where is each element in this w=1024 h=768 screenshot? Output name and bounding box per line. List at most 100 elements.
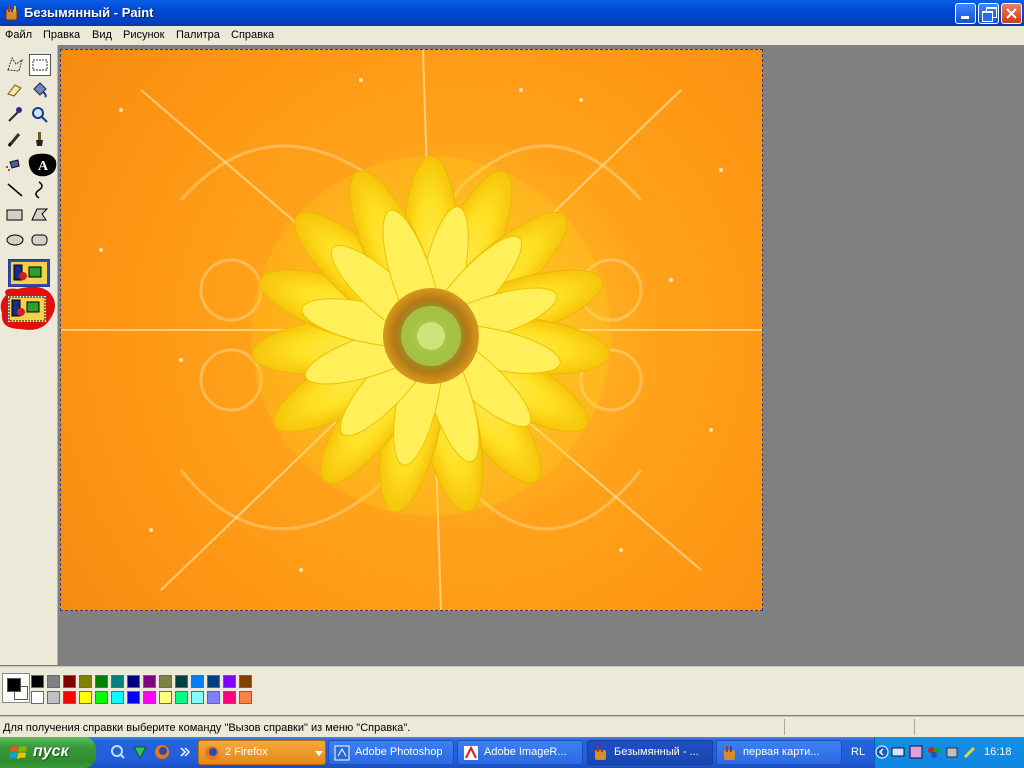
palette-swatch[interactable] — [47, 691, 60, 704]
rounded-rect-tool[interactable] — [29, 229, 51, 251]
palette-swatch[interactable] — [191, 691, 204, 704]
tray-colors-icon[interactable] — [927, 745, 941, 759]
quicklaunch-arrow-icon[interactable] — [132, 744, 148, 760]
palette-swatch[interactable] — [207, 691, 220, 704]
task-label: Безымянный - ... — [614, 746, 699, 758]
palette-swatch[interactable] — [159, 691, 172, 704]
text-tool[interactable]: A — [26, 151, 58, 179]
close-button[interactable] — [1001, 3, 1022, 24]
palette-swatch[interactable] — [143, 675, 156, 688]
current-colors[interactable] — [2, 673, 30, 703]
start-button[interactable]: пуск — [0, 737, 96, 768]
fill-tool[interactable] — [29, 79, 51, 101]
menu-file[interactable]: Файл — [5, 29, 32, 41]
magnifier-icon — [32, 107, 48, 123]
tray-box-icon[interactable] — [945, 745, 959, 759]
maximize-button[interactable] — [978, 3, 999, 24]
palette-swatch[interactable] — [175, 675, 188, 688]
menu-palette[interactable]: Палитра — [176, 29, 220, 41]
eraser-tool[interactable] — [4, 79, 26, 101]
eraser-icon — [7, 84, 22, 97]
language-indicator[interactable]: RL — [851, 746, 865, 758]
palette-swatch[interactable] — [111, 691, 124, 704]
palette-swatch[interactable] — [239, 691, 252, 704]
palette-swatch[interactable] — [127, 675, 140, 688]
foreground-color-swatch — [7, 678, 21, 692]
task-paint-2[interactable]: первая карти... — [716, 740, 842, 765]
menu-edit[interactable]: Правка — [43, 29, 80, 41]
quicklaunch-search-icon[interactable] — [110, 744, 126, 760]
sunflower-image — [61, 50, 762, 610]
windows-logo-icon — [9, 746, 27, 759]
free-form-select-icon — [7, 56, 23, 72]
task-label: Adobe ImageR... — [484, 746, 567, 758]
status-coords-cell — [784, 719, 915, 735]
tray-app-icon[interactable] — [909, 745, 923, 759]
red-scribble-icon — [0, 286, 55, 330]
palette-swatch[interactable] — [191, 675, 204, 688]
palette-swatch[interactable] — [63, 691, 76, 704]
palette-swatch[interactable] — [207, 675, 220, 688]
task-firefox[interactable]: 2 Firefox — [198, 740, 326, 765]
restore-icon-front — [982, 11, 993, 22]
opaque-option[interactable] — [8, 259, 50, 287]
palette-swatch[interactable] — [239, 675, 252, 688]
airbrush-tool[interactable] — [4, 154, 26, 176]
palette-swatch[interactable] — [159, 675, 172, 688]
paint-bucket-icon — [33, 82, 47, 98]
palette-swatch[interactable] — [63, 675, 76, 688]
red-highlight-mark — [0, 285, 57, 337]
status-bar: Для получения справки выберите команду "… — [0, 716, 1024, 738]
status-text: Для получения справки выберите команду "… — [3, 722, 411, 734]
palette-swatch[interactable] — [111, 675, 124, 688]
palette-swatch[interactable] — [95, 691, 108, 704]
ellipse-icon — [6, 234, 24, 246]
tray-collapse-icon[interactable] — [875, 745, 889, 759]
pencil-icon — [7, 133, 21, 147]
menu-image[interactable]: Рисунок — [123, 29, 165, 41]
palette-swatch[interactable] — [223, 691, 236, 704]
polygon-tool[interactable] — [29, 204, 51, 226]
quicklaunch-expand-icon[interactable] — [179, 746, 195, 762]
palette-swatch[interactable] — [223, 675, 236, 688]
palette-swatch[interactable] — [127, 691, 140, 704]
task-photoshop[interactable]: Adobe Photoshop — [328, 740, 454, 765]
task-imageready[interactable]: Adobe ImageR... — [457, 740, 583, 765]
palette-swatch[interactable] — [47, 675, 60, 688]
menu-help[interactable]: Справка — [231, 29, 274, 41]
rectangle-tool[interactable] — [4, 204, 26, 226]
curve-tool[interactable] — [29, 179, 51, 201]
palette-swatch[interactable] — [95, 675, 108, 688]
paint-app-icon — [5, 4, 18, 21]
task-label: Adobe Photoshop — [355, 746, 443, 758]
eyedropper-tool[interactable] — [4, 104, 26, 126]
paint-icon — [724, 746, 735, 760]
palette-swatch[interactable] — [175, 691, 188, 704]
palette-swatch[interactable] — [79, 691, 92, 704]
title-bar[interactable]: Безымянный - Paint — [0, 0, 1024, 26]
task-label: первая карти... — [743, 746, 820, 758]
minimize-button[interactable] — [955, 3, 976, 24]
task-paint-active[interactable]: Безымянный - ... — [587, 740, 713, 765]
menu-view[interactable]: Вид — [92, 29, 112, 41]
magnifier-tool[interactable] — [29, 104, 51, 126]
ellipse-tool[interactable] — [4, 229, 26, 251]
rect-select-icon — [32, 59, 48, 71]
drawing-canvas[interactable] — [60, 49, 763, 611]
palette-swatch[interactable] — [31, 691, 44, 704]
rectangle-icon — [6, 209, 23, 221]
palette-swatch[interactable] — [143, 691, 156, 704]
line-tool[interactable] — [4, 179, 26, 201]
free-form-select-tool[interactable] — [4, 54, 26, 76]
rounded-rectangle-icon — [31, 234, 48, 246]
system-tray: 16:18 — [874, 737, 1024, 768]
rect-select-tool[interactable] — [29, 54, 51, 76]
tray-tool-icon[interactable] — [963, 745, 977, 759]
palette-swatch[interactable] — [79, 675, 92, 688]
palette-swatch[interactable] — [31, 675, 44, 688]
tray-network-icon[interactable] — [891, 745, 905, 759]
firefox-icon — [205, 746, 219, 760]
quicklaunch-firefox-icon[interactable] — [154, 744, 170, 760]
pencil-tool[interactable] — [4, 129, 26, 151]
brush-tool[interactable] — [29, 129, 51, 151]
